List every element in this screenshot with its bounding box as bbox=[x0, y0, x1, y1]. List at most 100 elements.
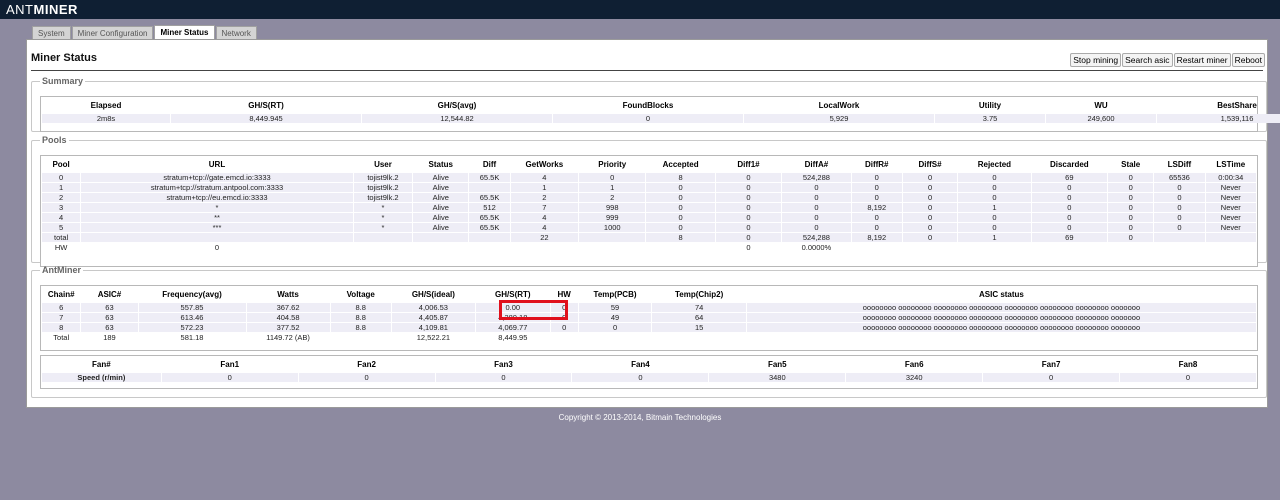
table-cell bbox=[958, 243, 1031, 252]
table-cell: 65536 bbox=[1154, 173, 1205, 182]
pools-legend: Pools bbox=[42, 135, 67, 145]
search-asic-button[interactable]: Search asic bbox=[1122, 53, 1173, 67]
table-cell: Alive bbox=[413, 223, 469, 232]
page-title: Miner Status bbox=[31, 52, 98, 64]
pools-table: Pool URL User Status Diff GetWorks Priority Acc… bbox=[41, 156, 1257, 253]
table-cell: 1000 bbox=[579, 223, 646, 232]
column-header: Discarded bbox=[1049, 160, 1089, 169]
fans-table-box: Fan# Fan1 Fan2 Fan3 Fan4 Fan5 Fan6 Fan7 Fan8 Spee… bbox=[40, 355, 1258, 389]
table-cell: 0 bbox=[782, 183, 851, 192]
table-cell: 1 bbox=[510, 183, 579, 192]
table-cell: 189 bbox=[81, 333, 138, 342]
table-cell: 3480 bbox=[709, 373, 846, 382]
table-cell: 0 bbox=[902, 233, 958, 242]
table-cell: 69 bbox=[1031, 173, 1108, 182]
table-cell: 0 bbox=[902, 173, 958, 182]
table-cell: 1 bbox=[579, 183, 646, 192]
table-cell: 0 bbox=[902, 213, 958, 222]
table-cell: 64 bbox=[652, 313, 746, 322]
column-header: GH/S(avg) bbox=[437, 101, 477, 110]
table-cell bbox=[469, 233, 510, 242]
table-cell: 0 bbox=[902, 193, 958, 202]
tab-miner-status[interactable]: Miner Status bbox=[154, 25, 215, 40]
table-cell bbox=[1205, 233, 1256, 242]
column-header: DiffA# bbox=[804, 160, 829, 169]
table-cell: 0 bbox=[1154, 183, 1205, 192]
column-header: URL bbox=[208, 160, 226, 169]
table-cell bbox=[413, 233, 469, 242]
table-cell: Never bbox=[1205, 213, 1256, 222]
column-header: Diff1# bbox=[737, 160, 760, 169]
table-cell: 0 bbox=[958, 183, 1031, 192]
table-cell: Alive bbox=[413, 183, 469, 192]
table-cell: Alive bbox=[413, 203, 469, 212]
table-cell: 1,539,116 bbox=[1157, 114, 1280, 123]
table-cell: 8.8 bbox=[330, 313, 391, 322]
column-header: Diff bbox=[482, 160, 497, 169]
table-cell bbox=[652, 333, 746, 342]
table-cell: 8 bbox=[646, 233, 715, 242]
table-cell: 6 bbox=[42, 303, 81, 312]
column-header: Fan8 bbox=[1178, 360, 1198, 369]
table-cell: * bbox=[353, 213, 413, 222]
table-cell bbox=[646, 243, 715, 252]
column-header: Fan7 bbox=[1041, 360, 1061, 369]
table-cell: 0 bbox=[646, 223, 715, 232]
table-cell: 0 bbox=[1154, 203, 1205, 212]
stop-mining-button[interactable]: Stop mining bbox=[1070, 53, 1122, 67]
table-cell: 0 bbox=[646, 183, 715, 192]
table-row: Speed (r/min) 0 0 0 0 3480 3240 0 0 bbox=[42, 373, 1256, 382]
column-header: Watts bbox=[277, 290, 299, 299]
table-row: 1 stratum+tcp://stratum.antpool.com:3333 t… bbox=[42, 183, 1256, 192]
table-cell: 557.85 bbox=[138, 303, 246, 312]
reboot-button[interactable]: Reboot bbox=[1231, 53, 1265, 67]
antminer-section: AntMiner Chain# ASIC# Frequency(avg) Watts V… bbox=[31, 265, 1267, 398]
table-cell: 22 bbox=[510, 233, 579, 242]
table-cell: 0 bbox=[81, 243, 353, 252]
table-cell bbox=[746, 333, 1256, 342]
table-cell: 4,006.53 bbox=[391, 303, 475, 312]
chains-table: Chain# ASIC# Frequency(avg) Watts Voltage GH/… bbox=[41, 286, 1257, 343]
table-cell: 59 bbox=[578, 303, 652, 312]
table-cell: 63 bbox=[81, 323, 138, 332]
table-cell: 0 bbox=[1154, 213, 1205, 222]
table-cell: *** bbox=[81, 223, 353, 232]
column-header: Stale bbox=[1121, 160, 1141, 169]
column-header: Voltage bbox=[346, 290, 375, 299]
table-cell bbox=[550, 333, 578, 342]
table-cell: 3 bbox=[42, 203, 81, 212]
restart-miner-button[interactable]: Restart miner bbox=[1173, 53, 1231, 67]
tab-system[interactable]: System bbox=[32, 26, 71, 40]
pools-table-box: Pool URL User Status Diff GetWorks Priority Acc… bbox=[40, 155, 1258, 267]
table-cell: 7 bbox=[42, 313, 81, 322]
table-cell: Speed (r/min) bbox=[42, 373, 161, 382]
header-row: Pool URL User Status Diff GetWorks Priority Acc… bbox=[42, 157, 1256, 172]
table-cell: 0 bbox=[161, 373, 298, 382]
table-cell: Alive bbox=[413, 193, 469, 202]
table-cell: oooooooo oooooooo oooooooo oooooooo oooo… bbox=[746, 323, 1256, 332]
nav-tabs: System Miner Configuration Miner Status Net… bbox=[32, 25, 258, 40]
table-cell: 0 bbox=[782, 223, 851, 232]
table-cell bbox=[579, 233, 646, 242]
footer-copyright: Copyright © 2013-2014, Bitmain Technolog… bbox=[558, 413, 722, 422]
column-header: DiffS# bbox=[918, 160, 942, 169]
table-cell: 63 bbox=[81, 313, 138, 322]
table-cell: 0 bbox=[715, 183, 782, 192]
table-cell: 0 bbox=[1154, 223, 1205, 232]
tab-network[interactable]: Network bbox=[215, 26, 257, 40]
table-cell: * bbox=[81, 203, 353, 212]
table-cell: stratum+tcp://gate.emcd.io:3333 bbox=[81, 173, 353, 182]
table-row: total 22 8 0 524,288 8,192 0 1 69 0 bbox=[42, 233, 1256, 242]
table-row: 3 * * Alive 512 7 998 0 0 0 8,192 0 1 0 0 0 Never bbox=[42, 203, 1256, 212]
table-row: 2m8s 8,449.945 12,544.82 0 5,929 3.75 249,600 1… bbox=[42, 114, 1280, 123]
column-header: FoundBlocks bbox=[622, 101, 674, 110]
header-row: Fan# Fan1 Fan2 Fan3 Fan4 Fan5 Fan6 Fan7 Fan8 bbox=[42, 357, 1256, 372]
table-cell: 0 bbox=[1108, 183, 1154, 192]
table-cell: 4 bbox=[510, 173, 579, 182]
column-header: ASIC status bbox=[978, 290, 1024, 299]
table-cell: 0 bbox=[958, 193, 1031, 202]
tab-miner-configuration[interactable]: Miner Configuration bbox=[71, 26, 154, 40]
table-cell: 5,929 bbox=[744, 114, 934, 123]
table-cell: 0.0000% bbox=[782, 243, 851, 252]
table-row: 5 *** * Alive 65.5K 4 1000 0 0 0 0 0 0 0 0 0 Never bbox=[42, 223, 1256, 232]
